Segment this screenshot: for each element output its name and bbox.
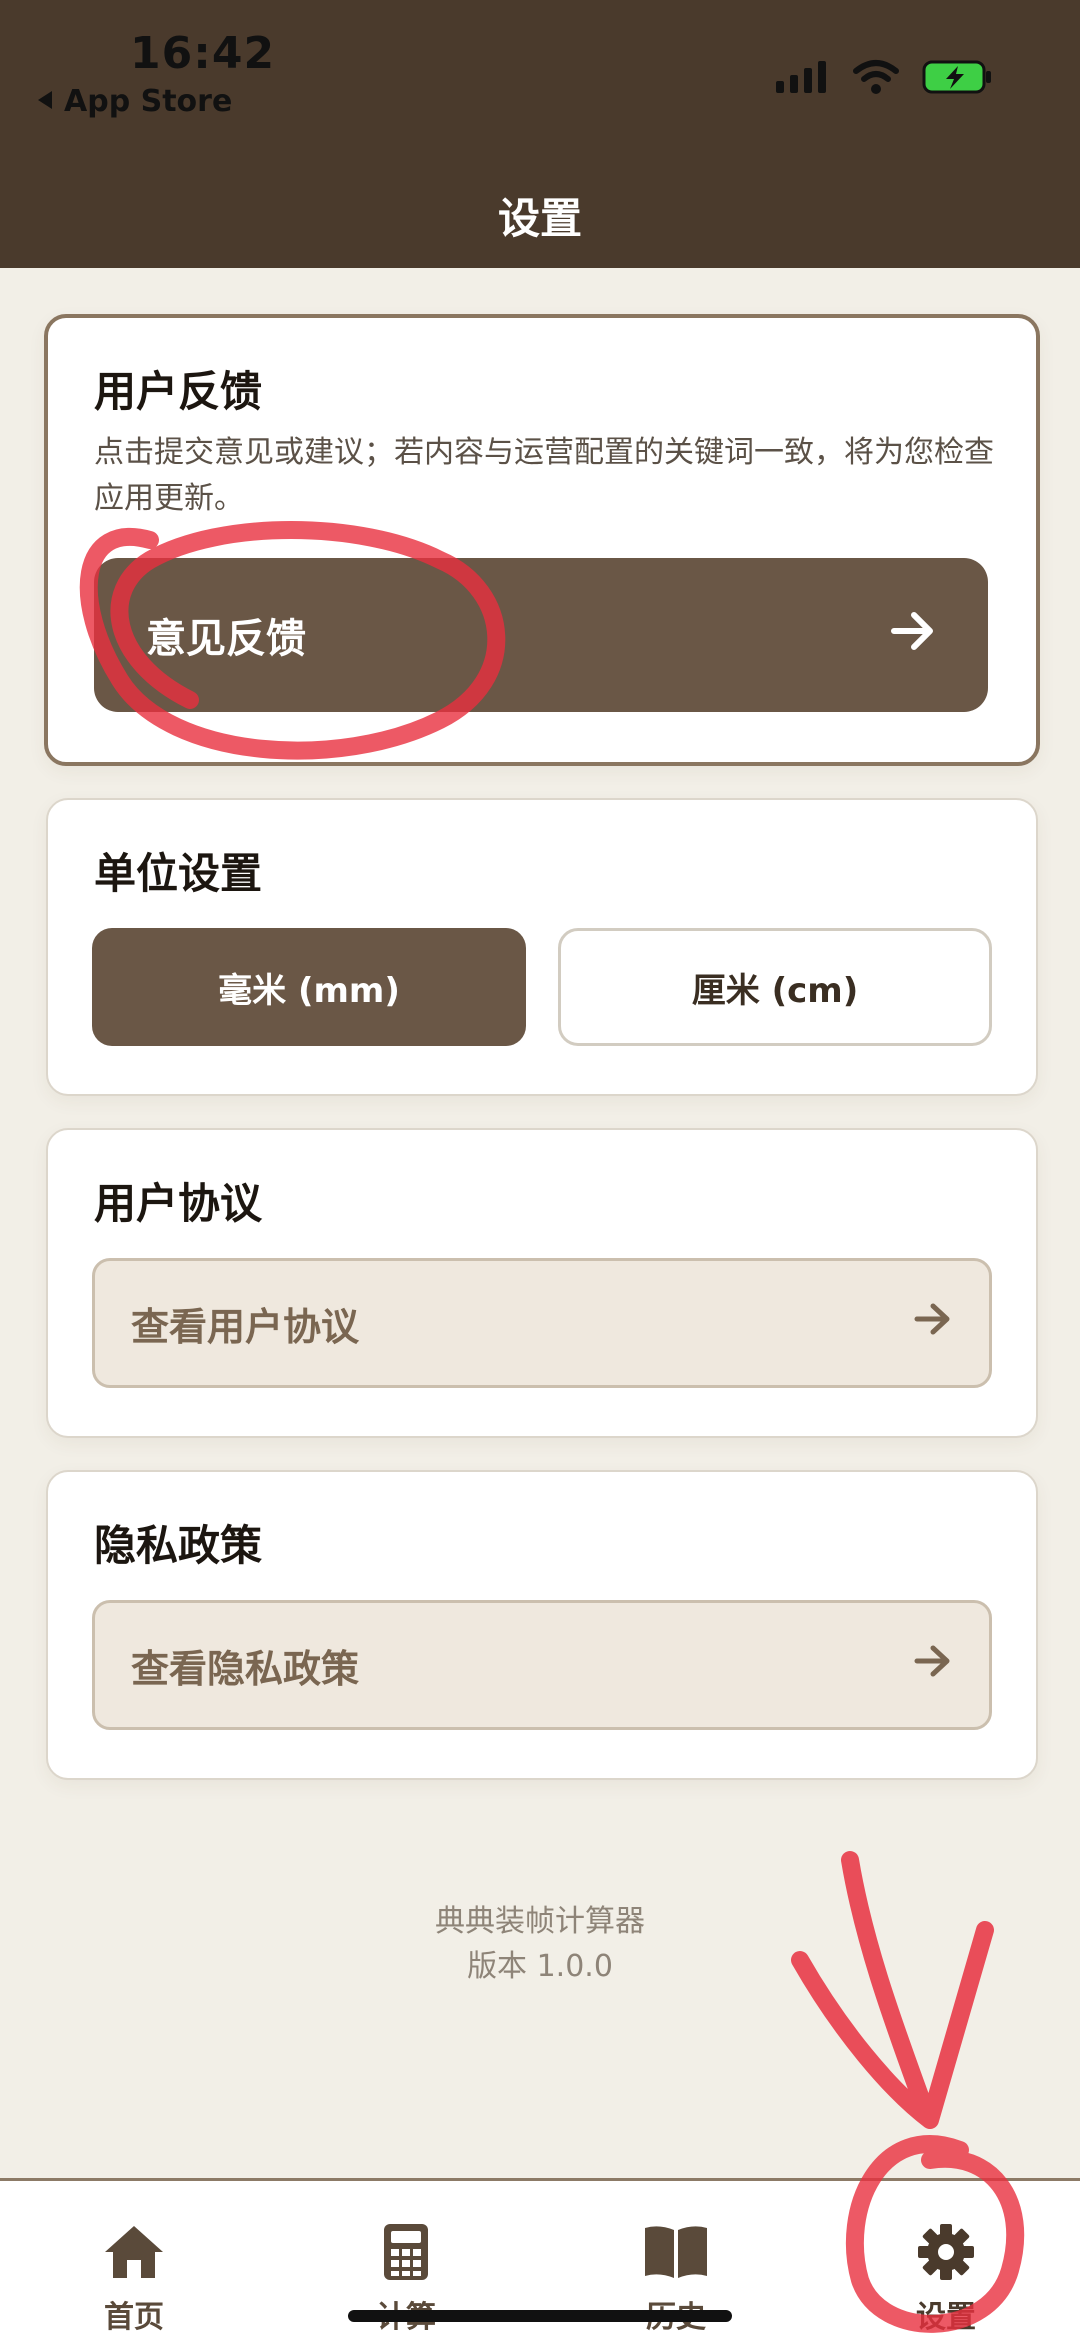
feedback-card-description: 点击提交意见或建议；若内容与运营配置的关键词一致，将为您检查应用更新。: [94, 435, 994, 516]
app-name: 典典装帧计算器: [435, 1904, 645, 1939]
user-agreement-title: 用户协议: [94, 1179, 263, 1228]
page-title: 设置: [497, 194, 582, 243]
arrow-right-icon: [913, 1300, 953, 1346]
tab-home-label: 首页: [104, 2300, 164, 2335]
battery-charging-icon: [922, 58, 994, 100]
arrow-right-icon: [913, 1642, 953, 1688]
back-app-store-label: App Store: [64, 84, 233, 119]
wifi-icon: [852, 59, 900, 99]
tab-home[interactable]: 首页: [54, 2222, 214, 2336]
status-icons: [774, 58, 994, 100]
unit-mm-button[interactable]: 毫米 (mm): [92, 928, 526, 1046]
back-triangle-icon: [34, 84, 56, 119]
feedback-button-label: 意见反馈: [146, 616, 306, 662]
feedback-card: 用户反馈 点击提交意见或建议；若内容与运营配置的关键词一致，将为您检查应用更新。…: [44, 314, 1040, 766]
tab-settings-label: 设置: [916, 2300, 976, 2335]
view-privacy-policy-button[interactable]: 查看隐私政策: [92, 1600, 992, 1730]
units-card-title: 单位设置: [94, 849, 263, 898]
feedback-card-title: 用户反馈: [94, 367, 263, 416]
cellular-signal-icon: [774, 59, 830, 99]
view-privacy-policy-label: 查看隐私政策: [131, 1646, 360, 1691]
book-icon: [641, 2222, 711, 2286]
gear-icon: [915, 2222, 977, 2286]
units-card: 单位设置 毫米 (mm) 厘米 (cm): [46, 798, 1038, 1096]
unit-cm-button[interactable]: 厘米 (cm): [558, 928, 992, 1046]
privacy-policy-card: 隐私政策 查看隐私政策: [46, 1470, 1038, 1780]
arrow-right-icon: [890, 607, 936, 663]
back-to-app-store[interactable]: App Store: [34, 84, 232, 119]
feedback-button[interactable]: 意见反馈: [94, 558, 988, 712]
user-agreement-card: 用户协议 查看用户协议: [46, 1128, 1038, 1438]
app-version: 版本 1.0.0: [467, 1949, 613, 1984]
home-indicator: [348, 2310, 732, 2322]
status-time: 16:42: [130, 28, 276, 79]
calculator-icon: [382, 2222, 430, 2286]
home-icon: [101, 2222, 167, 2286]
privacy-policy-title: 隐私政策: [94, 1521, 263, 1570]
tab-settings[interactable]: 设置: [866, 2222, 1026, 2336]
view-user-agreement-label: 查看用户协议: [131, 1304, 360, 1349]
view-user-agreement-button[interactable]: 查看用户协议: [92, 1258, 992, 1388]
